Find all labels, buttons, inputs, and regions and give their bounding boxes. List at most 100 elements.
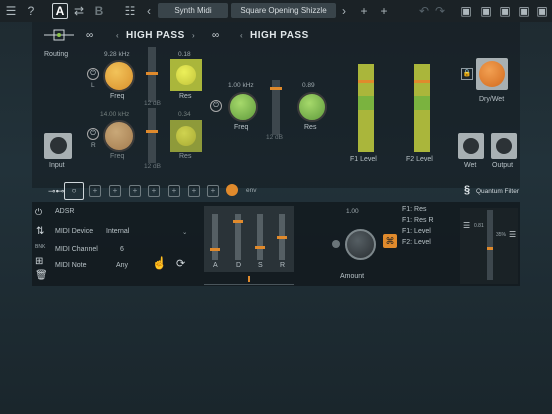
wet-knob[interactable] [463, 138, 479, 154]
add-slot-7[interactable]: + [188, 185, 200, 197]
retrigger-icon[interactable]: ⟳ [176, 257, 185, 270]
filter2-next-icon[interactable]: › [306, 31, 309, 40]
preset-subname[interactable]: Square Opening Shizzle [231, 3, 336, 18]
f1-level-fill [358, 96, 374, 110]
add-slot-8[interactable]: + [207, 185, 219, 197]
amount-small-knob[interactable] [332, 240, 340, 248]
env-toggle[interactable] [226, 184, 238, 196]
grid-icon[interactable]: ⊞ [35, 256, 43, 267]
brand-label: Quantum Filter [476, 188, 519, 195]
midi-device-select[interactable]: Internal [106, 228, 192, 235]
attack-fader[interactable] [212, 214, 218, 260]
routing-icon[interactable] [44, 26, 74, 46]
help-button[interactable]: ? [24, 3, 38, 19]
view-1-icon[interactable]: ▣ [460, 3, 472, 19]
chevron-down-icon[interactable]: ⌄ [182, 228, 187, 236]
trash-icon[interactable]: 🗑 [35, 270, 48, 281]
redo-icon[interactable]: ↷ [434, 3, 446, 19]
settings-icon[interactable]: ☷ [122, 3, 138, 19]
target-2[interactable]: F1: Res R [402, 217, 434, 224]
add-icon[interactable]: + [356, 3, 372, 19]
preset-name[interactable]: Synth Midi [158, 3, 228, 18]
output-knob[interactable] [496, 138, 512, 154]
sustain-fader[interactable] [257, 214, 263, 260]
curve-strip[interactable] [204, 274, 294, 285]
lock-icon[interactable]: 🔒 [461, 68, 473, 80]
mini-right-value: 35% [496, 232, 507, 238]
target-3[interactable]: F1: Level [402, 228, 431, 235]
filter1-prev-icon[interactable]: ‹ [116, 31, 119, 40]
target-link-icon[interactable]: ⌘ [383, 234, 397, 248]
release-label: R [280, 262, 286, 269]
filter1-type[interactable]: HIGH PASS [126, 30, 185, 41]
input-knob[interactable] [50, 137, 67, 154]
view-2-icon[interactable]: ▣ [480, 3, 492, 19]
decay-cap[interactable] [233, 220, 243, 223]
filter2-prev-icon[interactable]: ‹ [240, 31, 243, 40]
filter2-type[interactable]: HIGH PASS [250, 30, 309, 41]
freq-label-r: Freq [110, 153, 125, 160]
modulator-slot-1[interactable]: ○ [64, 182, 84, 200]
res-knob-r[interactable] [176, 126, 196, 146]
preset-b-button[interactable]: B [92, 3, 106, 19]
dry-wet-box[interactable] [476, 58, 508, 90]
db-fader-r[interactable] [148, 108, 156, 163]
dry-wet-knob[interactable] [479, 61, 505, 87]
view-3-icon[interactable]: ▣ [498, 3, 512, 19]
db-fader-cap-r[interactable] [146, 130, 158, 133]
mini-slider-cap[interactable] [487, 247, 493, 250]
f2-freq-knob[interactable] [228, 92, 258, 122]
add-slot-3[interactable]: + [109, 185, 121, 197]
freq-knob-l[interactable] [103, 60, 135, 92]
tap-icon[interactable]: ☝ [152, 256, 167, 270]
f2-res-knob[interactable] [297, 92, 327, 122]
power-l-icon[interactable]: ⏻ [87, 68, 99, 80]
res-knob-l[interactable] [176, 65, 196, 85]
attack-cap[interactable] [210, 248, 220, 251]
target-1[interactable]: F1: Res [402, 206, 427, 213]
f2-db-fader-cap[interactable] [270, 87, 282, 90]
add-slot-2[interactable]: + [89, 185, 101, 197]
mini-menu-left-icon[interactable]: ☰ [463, 221, 470, 230]
amount-knob[interactable] [345, 229, 376, 260]
view-4-icon[interactable]: ▣ [518, 3, 530, 19]
f2-level-label: F2 Level [406, 156, 433, 163]
midi-note-value[interactable]: Any [116, 262, 128, 269]
f2-db-value: 12 dB [266, 134, 283, 141]
f2-level-cap[interactable] [414, 80, 430, 83]
dry-wet-label: Dry/Wet [479, 96, 505, 103]
power-r-icon[interactable]: ⏻ [87, 128, 99, 140]
mini-menu-right-icon[interactable]: ☰ [509, 230, 516, 239]
signal-chain-icon[interactable]: ⊸⊷ [48, 186, 65, 197]
add-slot-4[interactable]: + [129, 185, 141, 197]
midi-arrows-icon[interactable]: ⇅ [36, 226, 44, 237]
output-box[interactable] [491, 133, 517, 159]
curve-marker[interactable] [248, 276, 250, 282]
next-preset-icon[interactable]: › [339, 3, 349, 19]
filter1-next-icon[interactable]: › [192, 31, 195, 40]
sustain-cap[interactable] [255, 246, 265, 249]
mini-slider[interactable] [487, 210, 493, 280]
power-env-icon[interactable]: ⏻ [35, 207, 42, 218]
f1-level-cap[interactable] [358, 80, 374, 83]
target-4[interactable]: F2: Level [402, 239, 431, 246]
freq-knob-r[interactable] [103, 120, 135, 152]
link-icon[interactable]: ∞ [86, 30, 93, 41]
add-alt-icon[interactable]: + [376, 3, 392, 19]
add-slot-5[interactable]: + [148, 185, 160, 197]
wet-box[interactable] [458, 133, 484, 159]
power-f2-icon[interactable]: ⏻ [210, 100, 222, 112]
preset-a-button[interactable]: A [52, 3, 68, 19]
input-box[interactable] [44, 133, 72, 159]
midi-channel-value[interactable]: 6 [120, 246, 124, 253]
release-cap[interactable] [277, 236, 287, 239]
compare-icon[interactable]: ⇄ [72, 3, 86, 19]
db-fader-cap-l[interactable] [146, 72, 158, 75]
f2-freq-value: 1.00 kHz [228, 82, 254, 89]
link2-icon[interactable]: ∞ [212, 30, 219, 41]
view-5-icon[interactable]: ▣ [536, 3, 548, 19]
menu-icon[interactable]: ☰ [4, 3, 18, 19]
add-slot-6[interactable]: + [168, 185, 180, 197]
undo-icon[interactable]: ↶ [418, 3, 430, 19]
prev-preset-icon[interactable]: ‹ [144, 3, 154, 19]
